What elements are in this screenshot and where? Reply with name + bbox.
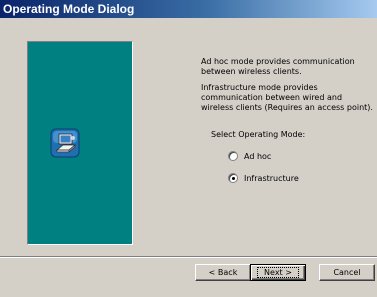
select-mode-label: Select Operating Mode: xyxy=(211,130,306,139)
infrastructure-radio-label[interactable]: Infrastructure xyxy=(244,174,299,183)
button-separator xyxy=(0,256,377,258)
infrastructure-radio-button[interactable] xyxy=(228,173,238,183)
cancel-button[interactable]: Cancel xyxy=(319,264,375,281)
window-title: Operating Mode Dialog xyxy=(3,2,135,16)
next-button-label: Next > xyxy=(257,267,299,278)
next-button[interactable]: Next > xyxy=(250,264,306,281)
back-button-label: < Back xyxy=(208,268,238,277)
operating-mode-dialog: Operating Mode Dialog Ad hoc mode provid… xyxy=(0,0,377,297)
wizard-graphic-panel xyxy=(27,41,133,245)
cancel-button-label: Cancel xyxy=(333,268,361,277)
back-button[interactable]: < Back xyxy=(195,264,251,281)
title-bar[interactable]: Operating Mode Dialog xyxy=(0,0,377,18)
network-computer-icon xyxy=(50,128,80,158)
adhoc-description: Ad hoc mode provides communication betwe… xyxy=(201,57,355,76)
infrastructure-description: Infrastructure mode provides communicati… xyxy=(201,83,373,112)
adhoc-radio-button[interactable] xyxy=(228,151,238,161)
adhoc-radio-label[interactable]: Ad hoc xyxy=(244,152,271,161)
infrastructure-radio-option[interactable]: Infrastructure xyxy=(228,172,299,184)
adhoc-radio-option[interactable]: Ad hoc xyxy=(228,150,271,162)
